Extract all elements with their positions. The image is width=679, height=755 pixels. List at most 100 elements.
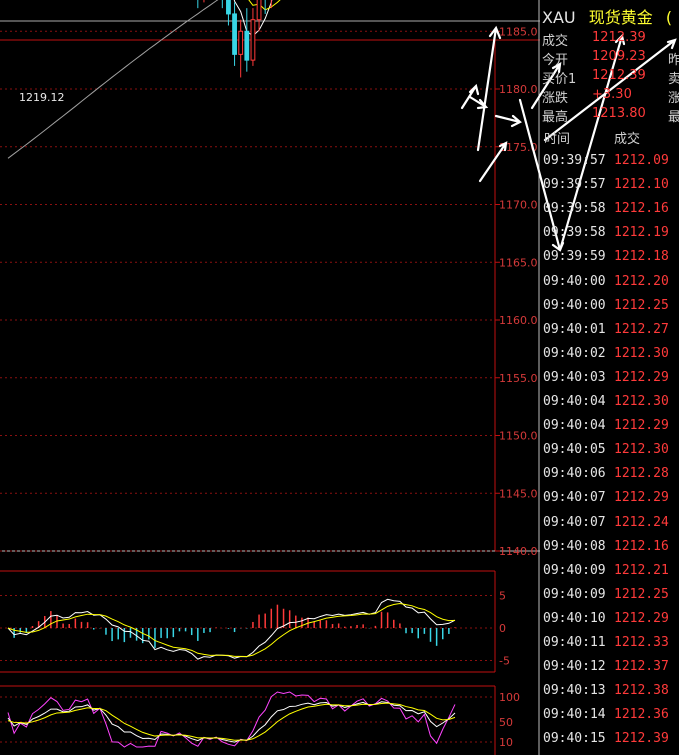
tick-row[interactable]: 09:40:01 1212.27 xyxy=(540,318,679,342)
arrow-annotation xyxy=(494,114,522,128)
tick-price: 1212.33 xyxy=(614,635,669,650)
quote-title: XAU 现货黄金 ( xyxy=(542,4,672,28)
ticks-header-time: 时间 xyxy=(544,132,571,147)
tick-row[interactable]: 09:40:15 1212.39 xyxy=(540,727,679,751)
quote-row: 成交 1212.39 xyxy=(540,28,679,49)
quote-value: 1209.23 xyxy=(592,49,646,64)
candle-body xyxy=(244,30,250,61)
candlesticks[interactable] xyxy=(6,0,457,78)
tick-row[interactable]: 09:40:09 1212.25 xyxy=(540,583,679,607)
tick-price: 1212.25 xyxy=(614,586,669,602)
macd-dif-line xyxy=(7,598,456,660)
tick-row[interactable]: 09:40:02 1212.30 xyxy=(540,342,679,366)
tick-row[interactable]: 09:40:08 1212.16 xyxy=(540,535,679,559)
tick-price: 1212.38 xyxy=(614,683,669,699)
tick-price: 1212.10 xyxy=(614,177,669,193)
price-grid xyxy=(0,30,495,552)
tick-row[interactable]: 09:40:04 1212.29 xyxy=(540,414,679,438)
tick-row[interactable]: 09:39:58 1212.19 xyxy=(540,221,679,245)
tick-price: 1212.20 xyxy=(614,273,669,289)
symbol-label: XAU xyxy=(542,8,576,27)
tick-price: 1212.29 xyxy=(614,418,669,434)
up-candle xyxy=(203,0,205,3)
tick-price: 1212.16 xyxy=(614,538,669,554)
candle-body xyxy=(226,0,231,15)
candle-body xyxy=(256,0,262,21)
up-candle xyxy=(256,0,262,32)
down-candle xyxy=(221,0,223,9)
price-tick-label: 1170.0 xyxy=(499,199,538,212)
tick-price: 1212.09 xyxy=(614,153,669,168)
macd-panel: -5 0 5 xyxy=(0,590,510,668)
quote-row: 最高 1213.80 最 xyxy=(540,104,679,125)
tick-row[interactable]: 09:39:57 1212.09 xyxy=(540,149,679,173)
tick-time: 09:40:04 xyxy=(543,418,606,434)
tick-price: 1212.37 xyxy=(614,659,669,675)
tick-time: 09:40:02 xyxy=(543,345,606,361)
tick-row[interactable]: 09:40:12 1212.37 xyxy=(540,655,679,679)
tick-row[interactable]: 09:40:03 1212.29 xyxy=(540,366,679,390)
tick-row[interactable]: 09:40:07 1212.29 xyxy=(540,486,679,510)
tick-time: 09:39:58 xyxy=(543,201,606,217)
down-candle xyxy=(264,0,266,14)
quote-value: 1212.39 xyxy=(592,68,646,83)
quote-row: 今开 1209.23 昨 xyxy=(540,47,679,68)
tick-time: 09:39:57 xyxy=(543,153,606,168)
instrument-name: 现货黄金 xyxy=(588,8,653,27)
tick-time: 09:40:13 xyxy=(543,683,606,699)
kdj-tick-label: 100 xyxy=(499,691,520,704)
price-tick-label: 1185.0 xyxy=(499,25,538,38)
macd-tick-label: 0 xyxy=(499,622,506,635)
tick-row[interactable]: 09:40:09 1212.21 xyxy=(540,559,679,583)
tick-time: 09:40:01 xyxy=(543,321,606,337)
tick-row[interactable]: 09:40:10 1212.29 xyxy=(540,607,679,631)
macd-tick-label: -5 xyxy=(499,655,510,668)
quote-sidebar: XAU 现货黄金 ( 成交 1212.39 今开 1209.23 昨买价1 1212.39… xyxy=(540,0,679,755)
tick-price: 1212.30 xyxy=(614,442,669,458)
tick-price: 1212.19 xyxy=(614,225,669,241)
tick-price: 1212.30 xyxy=(614,345,669,361)
price-tick-label: 1140.0 xyxy=(499,545,538,558)
tick-row[interactable]: 09:39:57 1212.10 xyxy=(540,173,679,197)
high-price-annotation: 1219.12 xyxy=(19,91,65,104)
tick-row[interactable]: 09:40:05 1212.30 xyxy=(540,438,679,462)
tick-time: 09:40:09 xyxy=(543,586,606,602)
tick-price: 1212.16 xyxy=(614,201,669,217)
tick-row[interactable]: 09:39:58 1212.16 xyxy=(540,197,679,221)
tick-price: 1212.25 xyxy=(614,297,669,313)
price-tick-label: 1145.0 xyxy=(499,487,538,500)
tick-time: 09:40:10 xyxy=(543,610,606,626)
ticks-header-price: 成交 xyxy=(614,132,641,147)
tick-time: 09:40:09 xyxy=(543,562,606,578)
tick-price: 1212.30 xyxy=(614,394,669,409)
tick-price: 1212.36 xyxy=(614,707,669,723)
tick-row[interactable]: 09:40:04 1212.30 xyxy=(540,390,679,414)
moving-average-lines xyxy=(7,0,281,159)
tick-row[interactable]: 09:40:11 1212.33 xyxy=(540,631,679,655)
tick-time: 09:40:04 xyxy=(543,394,606,409)
tick-time: 09:40:00 xyxy=(543,297,606,313)
candle-body xyxy=(238,30,244,55)
tick-row[interactable]: 09:40:14 1212.36 xyxy=(540,703,679,727)
kdj-tick-label: 10 xyxy=(499,736,513,749)
tick-time: 09:39:57 xyxy=(543,177,606,193)
tick-row[interactable]: 09:40:00 1212.25 xyxy=(540,294,679,318)
up-candle xyxy=(238,19,244,78)
price-axis: 1140.0 1145.0 1150.0 1155.0 1160.0 1165.0 1170… xyxy=(495,25,538,558)
tick-row[interactable]: 09:39:59 1212.18 xyxy=(540,245,679,269)
price-tick-label: 1165.0 xyxy=(499,256,538,269)
tick-time: 09:40:08 xyxy=(543,538,606,554)
tick-row[interactable]: 09:40:07 1212.24 xyxy=(540,511,679,535)
tick-price: 1212.21 xyxy=(614,562,669,578)
tick-row[interactable]: 09:40:00 1212.20 xyxy=(540,270,679,294)
tick-time: 09:40:07 xyxy=(543,490,606,506)
down-candle xyxy=(197,0,199,9)
tick-price: 1212.29 xyxy=(614,490,669,506)
tick-time: 09:40:05 xyxy=(543,442,606,458)
quote-extra-label: 最 xyxy=(668,110,679,125)
tick-row[interactable]: 09:40:13 1212.38 xyxy=(540,679,679,703)
tick-row[interactable]: 09:40:06 1212.28 xyxy=(540,462,679,486)
down-candle xyxy=(244,8,250,72)
ma-line-ma120 xyxy=(7,0,219,159)
arrow-annotation xyxy=(468,95,489,110)
